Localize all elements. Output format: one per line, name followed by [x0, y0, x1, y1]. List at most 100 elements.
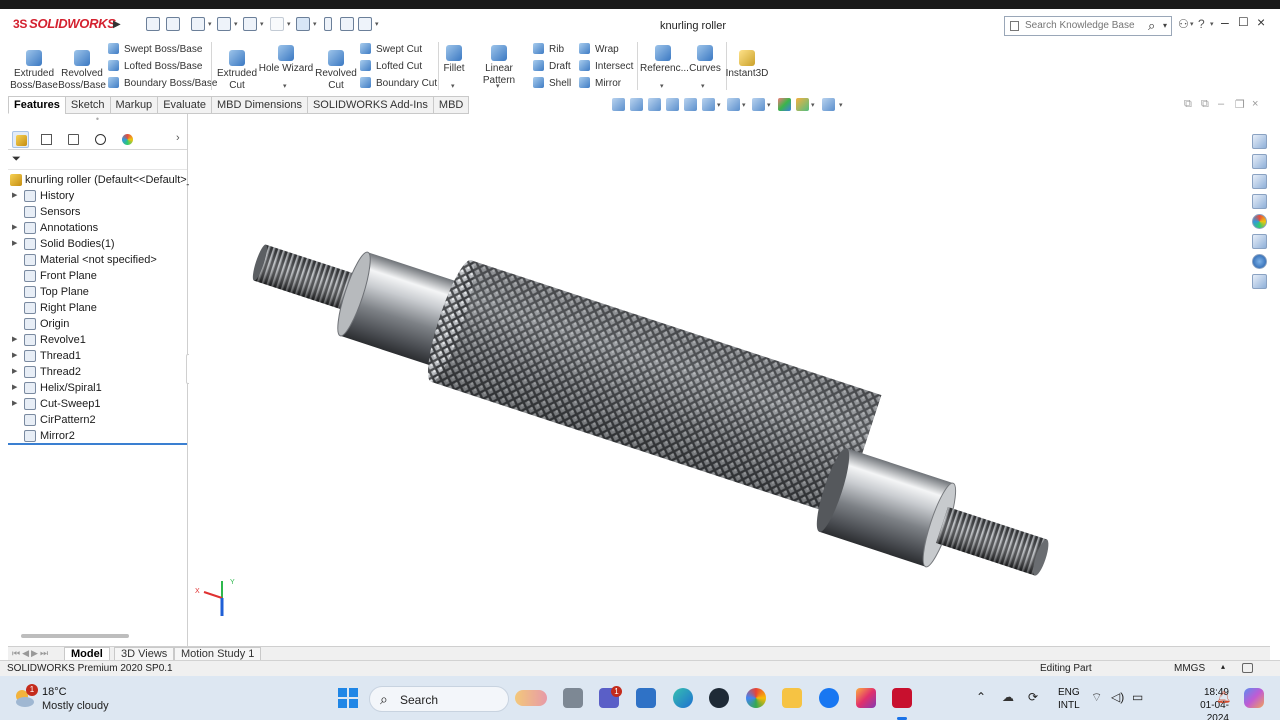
tree-filter[interactable]: ⏷: [8, 150, 187, 170]
show-hidden-icons-icon[interactable]: ⌃: [976, 690, 986, 704]
extruded-cut-button[interactable]: Extruded Cut: [214, 50, 260, 92]
rollback-bar[interactable]: [8, 443, 187, 445]
viewport-restore-icon[interactable]: ⧉: [1184, 98, 1192, 111]
battery-icon[interactable]: ▭: [1132, 690, 1143, 704]
revolved-boss-button[interactable]: Revolved Boss/Base: [58, 50, 106, 92]
tree-item-material-not-specified[interactable]: Material <not specified>: [8, 252, 188, 268]
expand-arrow-icon[interactable]: ▶: [12, 332, 17, 348]
tab-3d-views[interactable]: 3D Views: [114, 647, 175, 661]
chrome-icon[interactable]: [746, 688, 766, 708]
view-orientation-dropdown-icon[interactable]: ▾: [717, 101, 721, 109]
units-caret-icon[interactable]: ▴: [1221, 662, 1225, 671]
apply-scene-dropdown-icon[interactable]: ▾: [811, 101, 815, 109]
dell-icon[interactable]: [709, 688, 729, 708]
status-bar-customize-icon[interactable]: [1242, 663, 1253, 673]
propertymanager-tab[interactable]: [38, 131, 55, 148]
lofted-boss-button[interactable]: Lofted Boss/Base: [108, 59, 202, 75]
wifi-icon[interactable]: ⌔: [1091, 690, 1102, 705]
configurationmanager-tab[interactable]: [65, 131, 82, 148]
tab-evaluate[interactable]: Evaluate: [157, 96, 211, 114]
tree-item-revolve1[interactable]: ▶ Revolve1: [8, 332, 188, 348]
reference-geometry-button[interactable]: Referenc...: [640, 45, 689, 75]
expand-arrow-icon[interactable]: ▶: [12, 364, 17, 380]
view-settings-icon[interactable]: [822, 98, 835, 111]
fillet-button[interactable]: Fillet: [441, 45, 467, 75]
viewport-tile-icon[interactable]: ⧉: [1201, 98, 1209, 111]
weather-condition[interactable]: Mostly cloudy: [42, 700, 109, 712]
instagram-icon[interactable]: [856, 688, 876, 708]
facebook-icon[interactable]: [819, 688, 839, 708]
display-style-icon[interactable]: [727, 98, 740, 111]
knurling-roller-model[interactable]: [189, 114, 1270, 646]
copilot-icon[interactable]: [1244, 688, 1264, 708]
dimxpertmanager-tab[interactable]: [92, 131, 109, 148]
apply-scene-icon[interactable]: [796, 98, 809, 111]
hide-show-dropdown-icon[interactable]: ▾: [767, 101, 771, 109]
search-dropdown-icon[interactable]: ▾: [1163, 21, 1167, 30]
view-palette-icon[interactable]: [1252, 194, 1267, 209]
solidworks-taskbar-icon[interactable]: [892, 688, 912, 708]
tree-root-part[interactable]: knurling roller (Default<<Default>_D: [8, 172, 201, 188]
tab-mbd-dimensions[interactable]: MBD Dimensions: [211, 96, 307, 114]
curves-dropdown-icon[interactable]: ▾: [701, 82, 705, 90]
linear-pattern-dropdown-icon[interactable]: ▾: [496, 82, 500, 90]
unit-system[interactable]: MMGS: [1174, 663, 1205, 674]
help-icon[interactable]: ?: [1198, 17, 1205, 31]
design-library-icon[interactable]: [1252, 154, 1267, 169]
rib-button[interactable]: Rib: [533, 42, 564, 58]
expand-arrow-icon[interactable]: ▶: [12, 188, 17, 204]
tree-item-mirror2[interactable]: Mirror2: [8, 428, 188, 444]
curves-button[interactable]: Curves: [688, 45, 722, 75]
close-icon[interactable]: ×: [1257, 14, 1265, 30]
volume-icon[interactable]: ◁): [1111, 690, 1124, 704]
hole-wizard-dropdown-icon[interactable]: ▾: [283, 82, 287, 90]
custom-properties-icon[interactable]: [1252, 234, 1267, 249]
tree-item-thread1[interactable]: ▶ Thread1: [8, 348, 188, 364]
dynamic-annotation-icon[interactable]: [684, 98, 697, 111]
tree-item-origin[interactable]: Origin: [8, 316, 188, 332]
tree-item-cut-sweep1[interactable]: ▶ Cut-Sweep1: [8, 396, 188, 412]
linear-pattern-button[interactable]: Linear Pattern: [468, 45, 530, 87]
tab-scroll-arrows-icon[interactable]: ⏮◀▶⏭: [12, 648, 50, 659]
instant3d-button[interactable]: Instant3D: [725, 50, 769, 80]
onedrive-icon[interactable]: ☁: [1002, 690, 1014, 704]
mirror-button[interactable]: Mirror: [579, 76, 621, 92]
expand-arrow-icon[interactable]: ▶: [12, 220, 17, 236]
appearances-icon[interactable]: [1252, 214, 1267, 229]
shell-button[interactable]: Shell: [533, 76, 571, 92]
knowledge-base-search[interactable]: ⌕ ▾: [1004, 16, 1172, 36]
expand-arrow-icon[interactable]: ▶: [12, 396, 17, 412]
tree-item-sensors[interactable]: Sensors: [8, 204, 188, 220]
edge-browser-icon[interactable]: [673, 688, 693, 708]
tab-mbd[interactable]: MBD: [432, 96, 470, 114]
minimize-icon[interactable]: –: [1221, 14, 1229, 30]
intersect-button[interactable]: Intersect: [579, 59, 633, 75]
tree-item-helix-spiral1[interactable]: ▶ Helix/Spiral1: [8, 380, 188, 396]
featuremanager-tab[interactable]: [12, 131, 29, 148]
zoom-to-fit-icon[interactable]: [612, 98, 625, 111]
swept-cut-button[interactable]: Swept Cut: [360, 42, 422, 58]
solidworks-resources-icon[interactable]: [1252, 134, 1267, 149]
panel-horizontal-scrollbar[interactable]: [21, 634, 129, 638]
tree-item-cirpattern2[interactable]: CirPattern2: [8, 412, 188, 428]
graphics-area[interactable]: [189, 114, 1270, 646]
tree-item-top-plane[interactable]: Top Plane: [8, 284, 188, 300]
notification-bell-icon[interactable]: 🔔︎: [1216, 690, 1231, 704]
tree-item-annotations[interactable]: ▶ Annotations: [8, 220, 188, 236]
tab-markup[interactable]: Markup: [109, 96, 158, 114]
tree-item-thread2[interactable]: ▶ Thread2: [8, 364, 188, 380]
file-explorer-folder-icon[interactable]: [782, 688, 802, 708]
viewport-minimize-icon[interactable]: –: [1218, 98, 1224, 110]
weather-temperature[interactable]: 18°C: [42, 686, 67, 698]
extruded-boss-button[interactable]: Extruded Boss/Base: [10, 50, 58, 92]
viewport-maximize-icon[interactable]: ❐: [1235, 98, 1245, 111]
hide-show-items-icon[interactable]: [752, 98, 765, 111]
displaymanager-tab[interactable]: [119, 131, 136, 148]
boundary-cut-button[interactable]: Boundary Cut: [360, 76, 437, 92]
sync-icon[interactable]: ⟳: [1028, 690, 1038, 704]
panel-grip-icon[interactable]: •: [8, 114, 187, 129]
tab-motion-study-1[interactable]: Motion Study 1: [174, 647, 262, 661]
section-view-icon[interactable]: [666, 98, 679, 111]
previous-view-icon[interactable]: [648, 98, 661, 111]
windows-start-icon[interactable]: [338, 688, 358, 708]
